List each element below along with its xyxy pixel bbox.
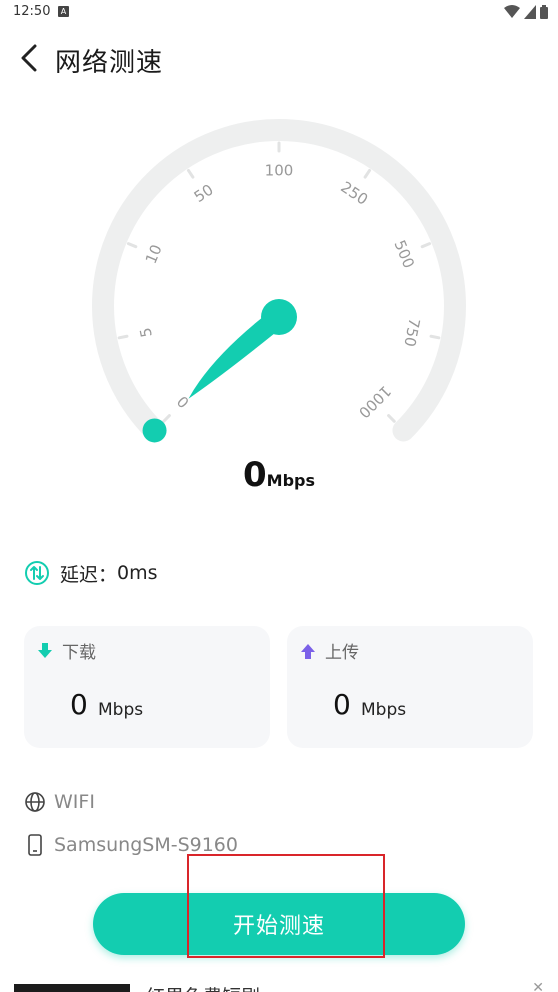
gauge-tick: [363, 168, 372, 179]
chevron-left-icon: [21, 44, 37, 72]
gauge-tick: [387, 414, 396, 423]
download-value: 0: [70, 688, 88, 721]
download-card: 下载 0 Mbps: [24, 626, 270, 748]
page-title: 网络测速: [55, 48, 164, 78]
upload-arrow-icon: [301, 643, 315, 659]
speed-value: 0: [242, 455, 267, 495]
latency-row: 延迟： 0ms: [24, 558, 158, 588]
phone-icon: [28, 834, 42, 856]
network-type: WIFI: [54, 791, 95, 813]
cell-signal-icon: [524, 5, 536, 19]
gauge-tick: [126, 242, 138, 249]
wifi-signal-icon: [504, 5, 520, 18]
start-test-label: 开始测速: [232, 914, 325, 939]
speed-readout: 0Mbps: [0, 455, 558, 495]
status-time: 12:50: [13, 4, 51, 19]
gauge-tick: [186, 168, 195, 179]
start-test-button[interactable]: 开始测速: [93, 893, 465, 955]
gauge-tick: [420, 242, 432, 249]
upload-value: 0: [333, 688, 351, 721]
ad-close-icon[interactable]: ✕: [532, 980, 544, 992]
download-label: 下载: [62, 643, 96, 663]
device-row: SamsungSM-S9160: [24, 831, 238, 859]
upload-unit: Mbps: [361, 700, 407, 720]
network-type-row: WIFI: [24, 788, 95, 816]
header: 网络测速: [0, 30, 558, 86]
gauge-tick-label: 10: [142, 242, 166, 267]
latency-value: 0ms: [117, 562, 158, 584]
back-button[interactable]: [12, 40, 46, 76]
globe-icon: [25, 792, 45, 812]
speed-gauge: 0510501002505007501000: [92, 119, 466, 443]
bottom-ad-banner[interactable]: 红果免费短剧 ✕: [0, 978, 558, 992]
gauge-hub: [261, 299, 297, 335]
gauge-tick: [162, 414, 171, 423]
device-name: SamsungSM-S9160: [54, 834, 238, 856]
download-unit: Mbps: [98, 700, 144, 720]
gauge-tick: [117, 334, 129, 340]
speed-unit: Mbps: [266, 471, 316, 490]
gauge-tick-label: 250: [337, 178, 371, 209]
gauge-tick-label: 750: [400, 317, 423, 349]
latency-icon: [25, 561, 49, 585]
notification-icon: A: [58, 6, 69, 17]
battery-icon: [540, 5, 548, 19]
gauge-tick-label: 500: [390, 237, 418, 270]
gauge-tick-label: 5: [136, 326, 156, 339]
gauge-tick-label: 50: [191, 181, 217, 207]
gauge-progress-dot: [142, 418, 167, 443]
latency-label: 延迟：: [60, 563, 118, 586]
status-icons: [504, 4, 548, 20]
upload-card: 上传 0 Mbps: [287, 626, 533, 748]
ad-thumbnail: [14, 984, 130, 992]
download-arrow-icon: [38, 642, 52, 658]
gauge-tick: [429, 334, 441, 340]
upload-label: 上传: [325, 643, 359, 663]
gauge-tick-label: 100: [265, 162, 294, 180]
gauge-tick-label: 0: [173, 392, 192, 411]
status-bar: 12:50 A: [0, 0, 558, 24]
ad-text: 红果免费短剧: [146, 982, 260, 992]
